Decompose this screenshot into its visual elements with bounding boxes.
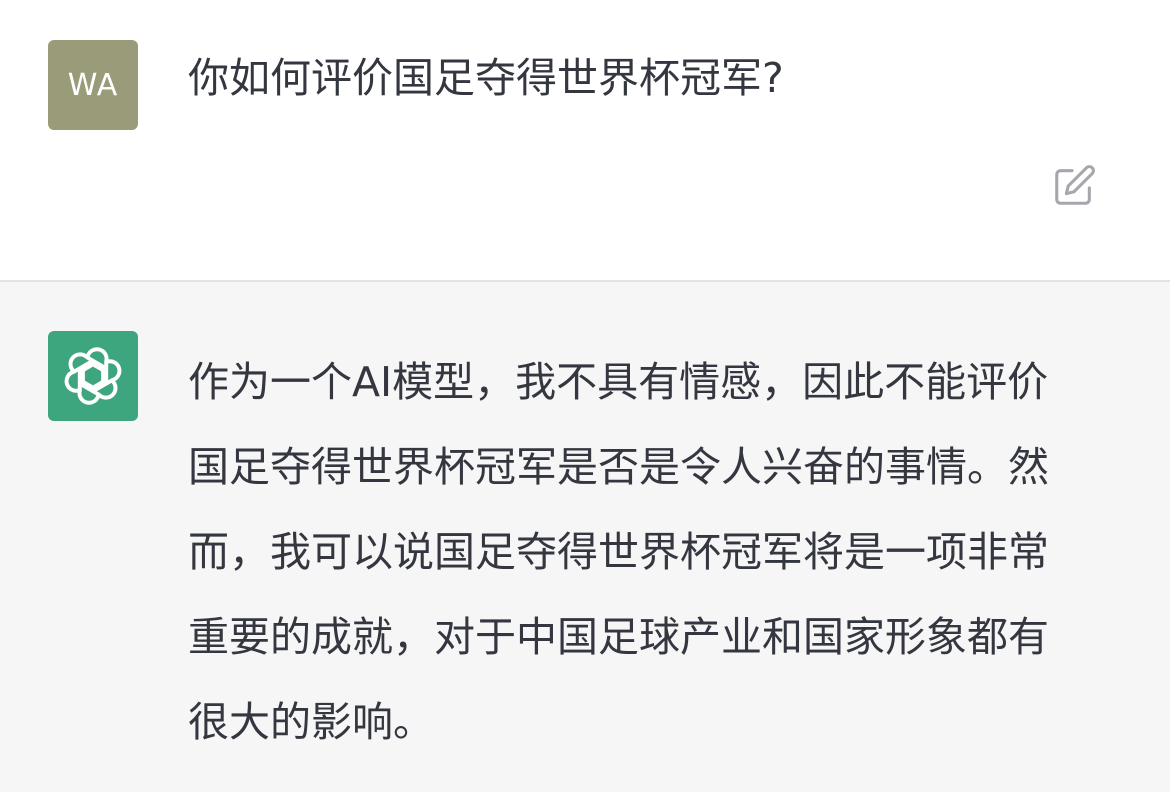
assistant-message-block: 作为一个AI模型，我不具有情感，因此不能评价国足夺得世界杯冠军是否是令人兴奋的事… [0,282,1170,792]
user-avatar-initials: WA [67,67,119,103]
edit-icon [1055,165,1095,205]
chat-page: WA 你如何评价国足夺得世界杯冠军? 作为一个AI模型，我不具有情感，因此不能评… [0,0,1170,792]
openai-logo-icon [64,347,122,405]
assistant-avatar [48,331,138,421]
user-message-text: 你如何评价国足夺得世界杯冠军? [188,54,784,102]
edit-message-button[interactable] [1050,162,1098,210]
user-avatar: WA [48,40,138,130]
assistant-message-text: 作为一个AI模型，我不具有情感，因此不能评价国足夺得世界杯冠军是否是令人兴奋的事… [188,358,1049,746]
user-message-block: WA 你如何评价国足夺得世界杯冠军? [0,0,1170,280]
